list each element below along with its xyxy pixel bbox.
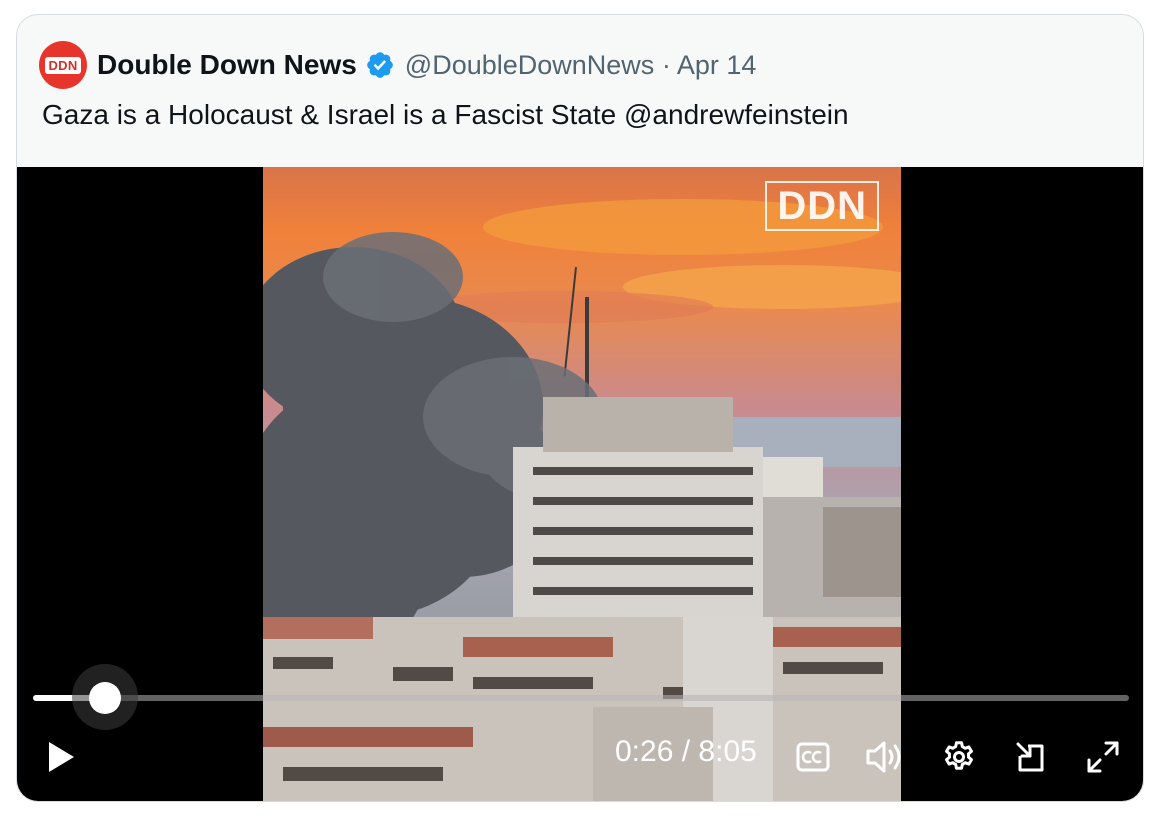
volume-icon	[866, 741, 901, 773]
time-display: 0:26 / 8:05	[615, 735, 757, 769]
pop-out-icon	[1016, 742, 1044, 772]
verified-badge-icon	[366, 52, 393, 78]
watermark-logo: DDN	[765, 181, 879, 231]
progress-bar[interactable]	[33, 695, 1129, 701]
tweet-text: Gaza is a Holocaust & Israel is a Fascis…	[42, 99, 849, 130]
tweet-card[interactable]: DDN Double Down News @DoubleDownNews · A…	[16, 14, 1144, 802]
tweet-date[interactable]: Apr 14	[677, 50, 757, 80]
time-separator: /	[681, 735, 691, 768]
captions-button[interactable]	[795, 737, 831, 777]
handle-and-date: @DoubleDownNews · Apr 14	[405, 50, 757, 81]
author-name[interactable]: Double Down News	[97, 49, 357, 81]
avatar-label: DDN	[45, 56, 81, 74]
fullscreen-icon	[1087, 741, 1119, 773]
volume-button[interactable]	[863, 737, 905, 777]
avatar[interactable]: DDN	[39, 41, 87, 89]
duration: 8:05	[698, 735, 757, 768]
meta-separator: ·	[661, 49, 671, 80]
play-button[interactable]	[43, 737, 79, 777]
video-scene	[263, 199, 901, 801]
video-frame[interactable]: DDN	[263, 167, 901, 801]
gear-icon	[945, 741, 973, 770]
fullscreen-button[interactable]	[1083, 737, 1123, 777]
video-player[interactable]: DDN 0:26 / 8:05	[17, 167, 1143, 801]
settings-button[interactable]	[939, 737, 979, 777]
author-handle[interactable]: @DoubleDownNews	[405, 50, 655, 80]
current-time: 0:26	[615, 735, 674, 768]
pop-out-button[interactable]	[1011, 737, 1051, 777]
tweet-header: DDN Double Down News @DoubleDownNews · A…	[39, 41, 756, 89]
play-icon	[49, 742, 74, 772]
cc-icon	[796, 742, 830, 772]
